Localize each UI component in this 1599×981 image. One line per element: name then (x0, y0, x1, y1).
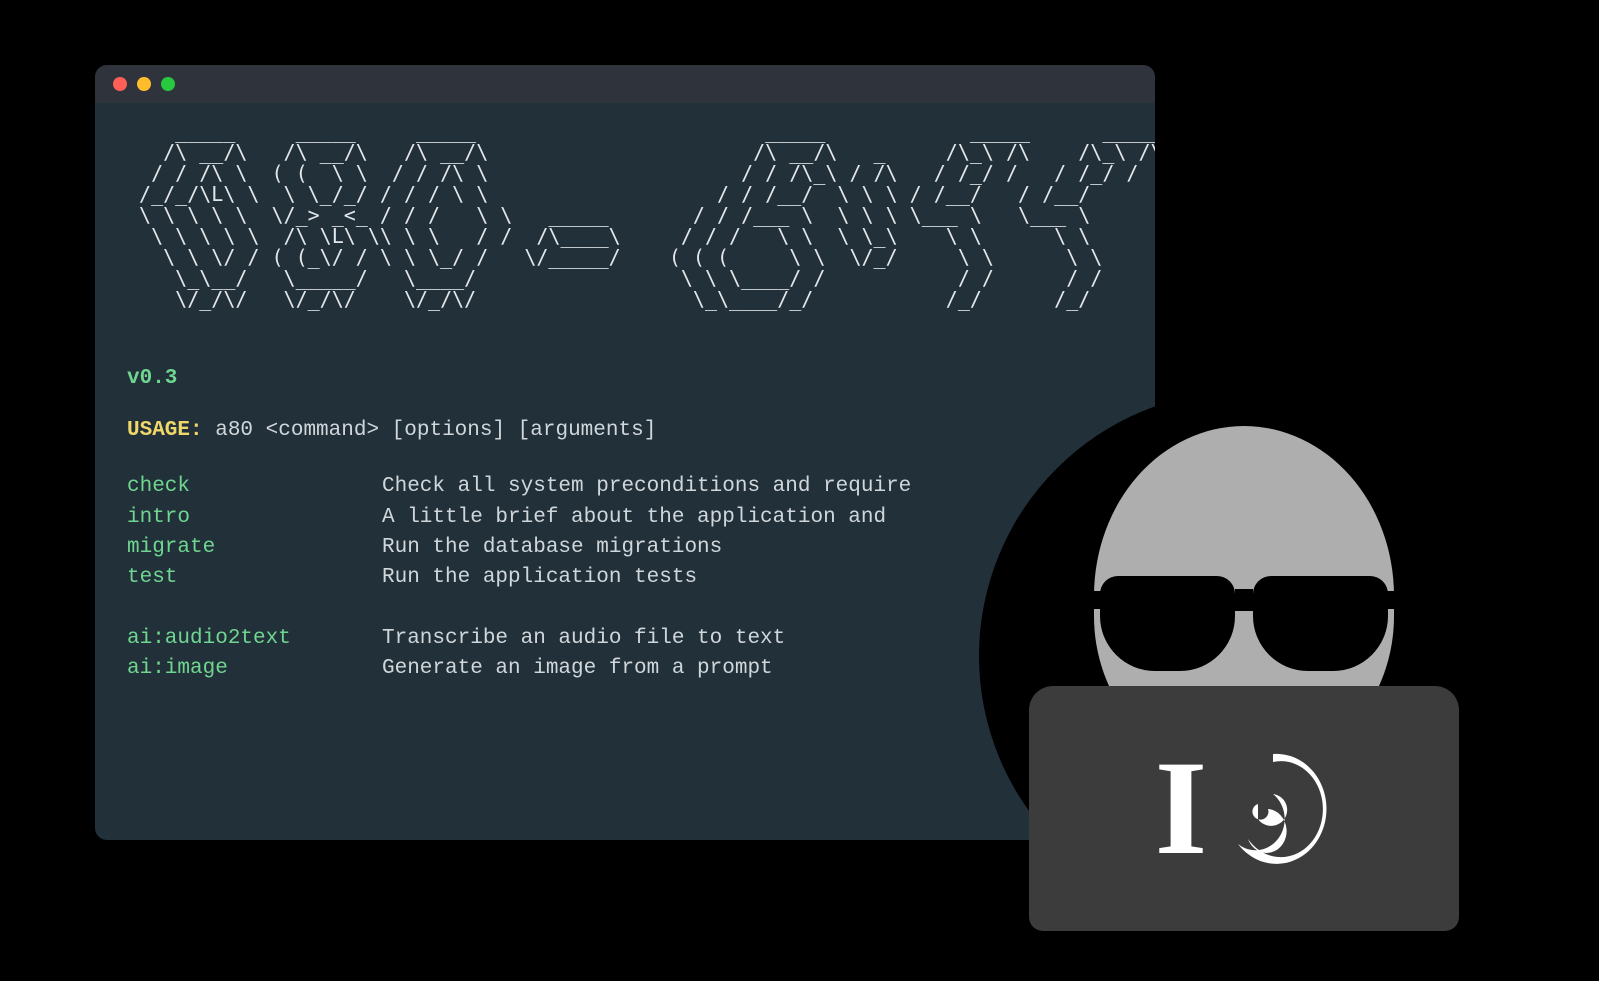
logo-swirl-icon (1213, 744, 1333, 874)
usage-label: USAGE: (127, 419, 203, 442)
laptop-icon: I (1029, 686, 1459, 931)
command-row: migrate Run the database migrations (127, 533, 1123, 563)
command-name: intro (127, 503, 382, 533)
version-label: v0.3 (127, 368, 1123, 390)
glasses-bridge-icon (1235, 589, 1253, 611)
ascii-banner: _____ _____ _____ _____ _____ _____ /\ _… (127, 121, 1123, 310)
logo-letter: I (1155, 741, 1208, 876)
command-name: check (127, 472, 382, 502)
command-desc: Generate an image from a prompt (382, 654, 773, 684)
command-desc: A little brief about the application and (382, 503, 886, 533)
lens-left-icon (1100, 576, 1235, 671)
laptop-logo: I (1155, 741, 1334, 876)
maximize-button[interactable] (161, 77, 175, 91)
command-name: migrate (127, 533, 382, 563)
command-desc: Run the application tests (382, 563, 697, 593)
command-name: test (127, 563, 382, 593)
close-button[interactable] (113, 77, 127, 91)
title-bar (95, 65, 1155, 103)
command-name: ai:image (127, 654, 382, 684)
glasses-arm-right-icon (1384, 591, 1424, 609)
usage-text: a80 <command> [options] [arguments] (203, 419, 657, 442)
minimize-button[interactable] (137, 77, 151, 91)
usage-line: USAGE: a80 <command> [options] [argument… (127, 420, 1123, 442)
avatar-badge: I (979, 391, 1509, 921)
avatar-circle: I (979, 391, 1509, 921)
command-desc: Transcribe an audio file to text (382, 624, 785, 654)
command-desc: Check all system preconditions and requi… (382, 472, 911, 502)
sunglasses-icon (1100, 576, 1388, 671)
command-row: ai:image Generate an image from a prompt (127, 654, 1123, 684)
command-row: check Check all system preconditions and… (127, 472, 1123, 502)
command-desc: Run the database migrations (382, 533, 722, 563)
command-name: ai:audio2text (127, 624, 382, 654)
commands-list: check Check all system preconditions and… (127, 472, 1123, 685)
command-row: test Run the application tests (127, 563, 1123, 593)
glasses-arm-left-icon (1064, 591, 1104, 609)
command-row: ai:audio2text Transcribe an audio file t… (127, 624, 1123, 654)
command-row: intro A little brief about the applicati… (127, 503, 1123, 533)
lens-right-icon (1253, 576, 1388, 671)
